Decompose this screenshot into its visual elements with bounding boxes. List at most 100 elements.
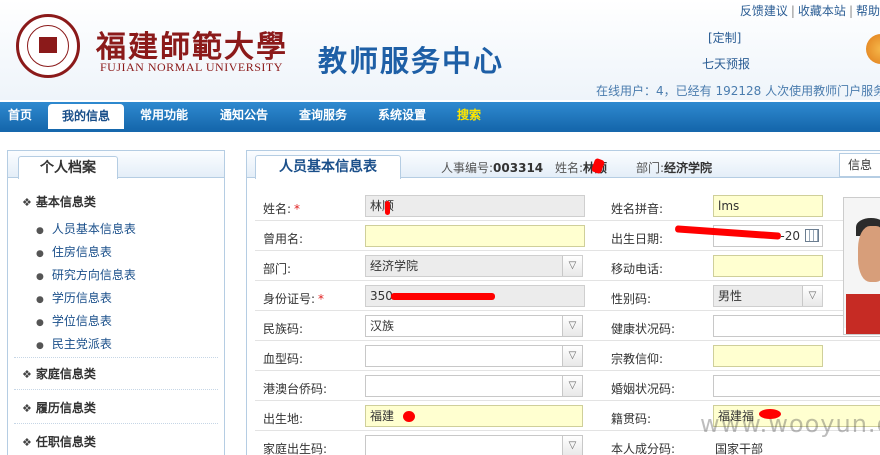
chevron-down-icon[interactable]: ▽ [562,436,582,455]
chevron-down-icon[interactable]: ▽ [562,346,582,366]
sidebar-item-housing[interactable]: ● 住房信息表 [36,243,112,260]
nav-my-info[interactable]: 我的信息 [48,104,124,129]
department-select[interactable]: 经济学院 ▽ [365,255,583,277]
field-label-health: 健康状况码: [611,322,676,336]
redaction-mark [385,201,390,215]
form-row: 姓名: * 林顺 姓名拼音: lms [255,191,880,221]
watermark: www.wooyun.org [700,410,880,438]
nav-divider [0,129,880,132]
university-name-en: FUJIAN NORMAL UNIVERSITY [100,60,283,74]
bookmark-link[interactable]: 收藏本站 [798,4,846,18]
hk-macao-taiwan-select[interactable]: ▽ [365,375,583,397]
gender-select[interactable]: 男性 ▽ [713,285,823,307]
sidebar: 个人档案 ❖ 基本信息类 ● 人员基本信息表 ● 住房信息表 ● 研究方向信息表 ● 学历… [7,150,225,455]
former-name-field[interactable] [365,225,585,247]
tab-basic-info[interactable]: 人员基本信息表 [255,155,401,179]
field-label-ethnicity: 民族码: [263,322,304,336]
staff-photo [843,197,880,335]
staff-department: 部门:经济学院 [636,161,713,175]
field-label-hk-macao-taiwan: 港澳台侨码: [263,382,328,396]
form-row: 港澳台侨码: ▽ 婚姻状况码: [255,371,880,401]
page-header: 福建師範大學 FUJIAN NORMAL UNIVERSITY 教师服务中心 反… [0,0,880,100]
nav-system-settings[interactable]: 系统设置 [378,102,426,129]
bullet-icon: ● [36,295,44,305]
field-label-religion: 宗教信仰: [611,352,664,366]
chevron-down-icon[interactable]: ▽ [562,376,582,396]
sidebar-category-resume[interactable]: ❖ 履历信息类 [22,399,96,416]
chevron-down-icon[interactable]: ▽ [562,316,582,336]
name-field[interactable]: 林顺 [365,195,585,217]
main-nav: 首页 我的信息 常用功能 通知公告 查询服务 系统设置 搜索 [0,102,880,129]
field-label-name: 姓名: * [263,202,301,216]
family-origin-select[interactable]: ▽ [365,435,583,455]
bullet-icon: ● [36,226,44,236]
religion-field[interactable] [713,345,823,367]
diamond-icon: ❖ [22,196,32,209]
field-label-pinyin: 姓名拼音: [611,202,664,216]
bullet-icon: ● [36,249,44,259]
sidebar-item-education[interactable]: ● 学历信息表 [36,289,112,306]
field-label-blood-type: 血型码: [263,352,304,366]
chevron-down-icon[interactable]: ▽ [802,286,822,306]
sidebar-item-degree[interactable]: ● 学位信息表 [36,312,112,329]
form-row: 民族码: 汉族 ▽ 健康状况码: [255,311,880,341]
sidebar-category-family[interactable]: ❖ 家庭信息类 [22,365,96,382]
sidebar-item-basic-info[interactable]: ● 人员基本信息表 [36,220,136,237]
field-label-native-place: 籍贯码: [611,412,652,426]
birthplace-field[interactable]: 福建 [365,405,583,427]
nav-query-services[interactable]: 查询服务 [299,102,347,129]
diamond-icon: ❖ [22,368,32,381]
bullet-icon: ● [36,318,44,328]
sidebar-category-basic[interactable]: ❖ 基本信息类 [22,193,96,210]
field-label-gender: 性别码: [611,292,652,306]
form-row: 曾用名: 出生日期: -20 [255,221,880,251]
pinyin-field[interactable]: lms [713,195,823,217]
mobile-field[interactable] [713,255,823,277]
redaction-mark [391,293,495,300]
nav-common-functions[interactable]: 常用功能 [140,102,188,129]
top-links: 反馈建议 | 收藏本站 | 帮助 [739,4,880,18]
sidebar-divider [14,389,218,390]
help-link[interactable]: 帮助 [856,4,880,18]
nav-notices[interactable]: 通知公告 [220,102,268,129]
nav-home[interactable]: 首页 [8,102,32,129]
sidebar-item-party[interactable]: ● 民主党派表 [36,335,112,352]
field-label-family-origin: 家庭出生码: [263,442,328,455]
tab-info[interactable]: 信息 [839,153,880,177]
field-label-mobile: 移动电话: [611,262,664,276]
diamond-icon: ❖ [22,402,32,415]
diamond-icon: ❖ [22,436,32,449]
bullet-icon: ● [36,341,44,351]
site-title: 教师服务中心 [318,44,505,78]
sidebar-item-research[interactable]: ● 研究方向信息表 [36,266,136,283]
form-row: 身份证号: * 350 性别码: 男性 ▽ [255,281,880,311]
field-label-marital-status: 婚姻状况码: [611,382,676,396]
ethnicity-select[interactable]: 汉族 ▽ [365,315,583,337]
form-row: 部门: 经济学院 ▽ 移动电话: [255,251,880,281]
university-logo-icon [16,14,80,78]
marital-status-select[interactable] [713,375,880,397]
field-label-id-number: 身份证号: * [263,292,325,306]
field-label-personal-status: 本人成分码: [611,442,676,455]
redaction-mark [403,411,415,422]
forecast-link[interactable]: 七天预报 [702,55,750,72]
form-row: 血型码: ▽ 宗教信仰: [255,341,880,371]
field-label-birth-date: 出生日期: [611,232,664,246]
online-users-text: 在线用户：4，已经有 192128 人次使用教师门户服务 [596,84,880,98]
calendar-icon[interactable] [805,229,819,242]
sidebar-category-positions[interactable]: ❖ 任职信息类 [22,433,96,450]
feedback-link[interactable]: 反馈建议 [740,4,788,18]
chevron-down-icon[interactable]: ▽ [562,256,582,276]
field-label-birthplace: 出生地: [263,412,304,426]
nav-search[interactable]: 搜索 [457,102,481,129]
personal-status-value: 国家干部 [715,442,764,455]
customize-link[interactable]: [定制] [708,29,741,46]
field-label-former-name: 曾用名: [263,232,304,246]
blood-type-select[interactable]: ▽ [365,345,583,367]
sidebar-divider [14,423,218,424]
field-label-department: 部门: [263,262,292,276]
staff-number: 人事编号:003314 [441,161,544,175]
sidebar-divider [14,357,218,358]
sidebar-title: 个人档案 [18,156,118,179]
bullet-icon: ● [36,272,44,282]
